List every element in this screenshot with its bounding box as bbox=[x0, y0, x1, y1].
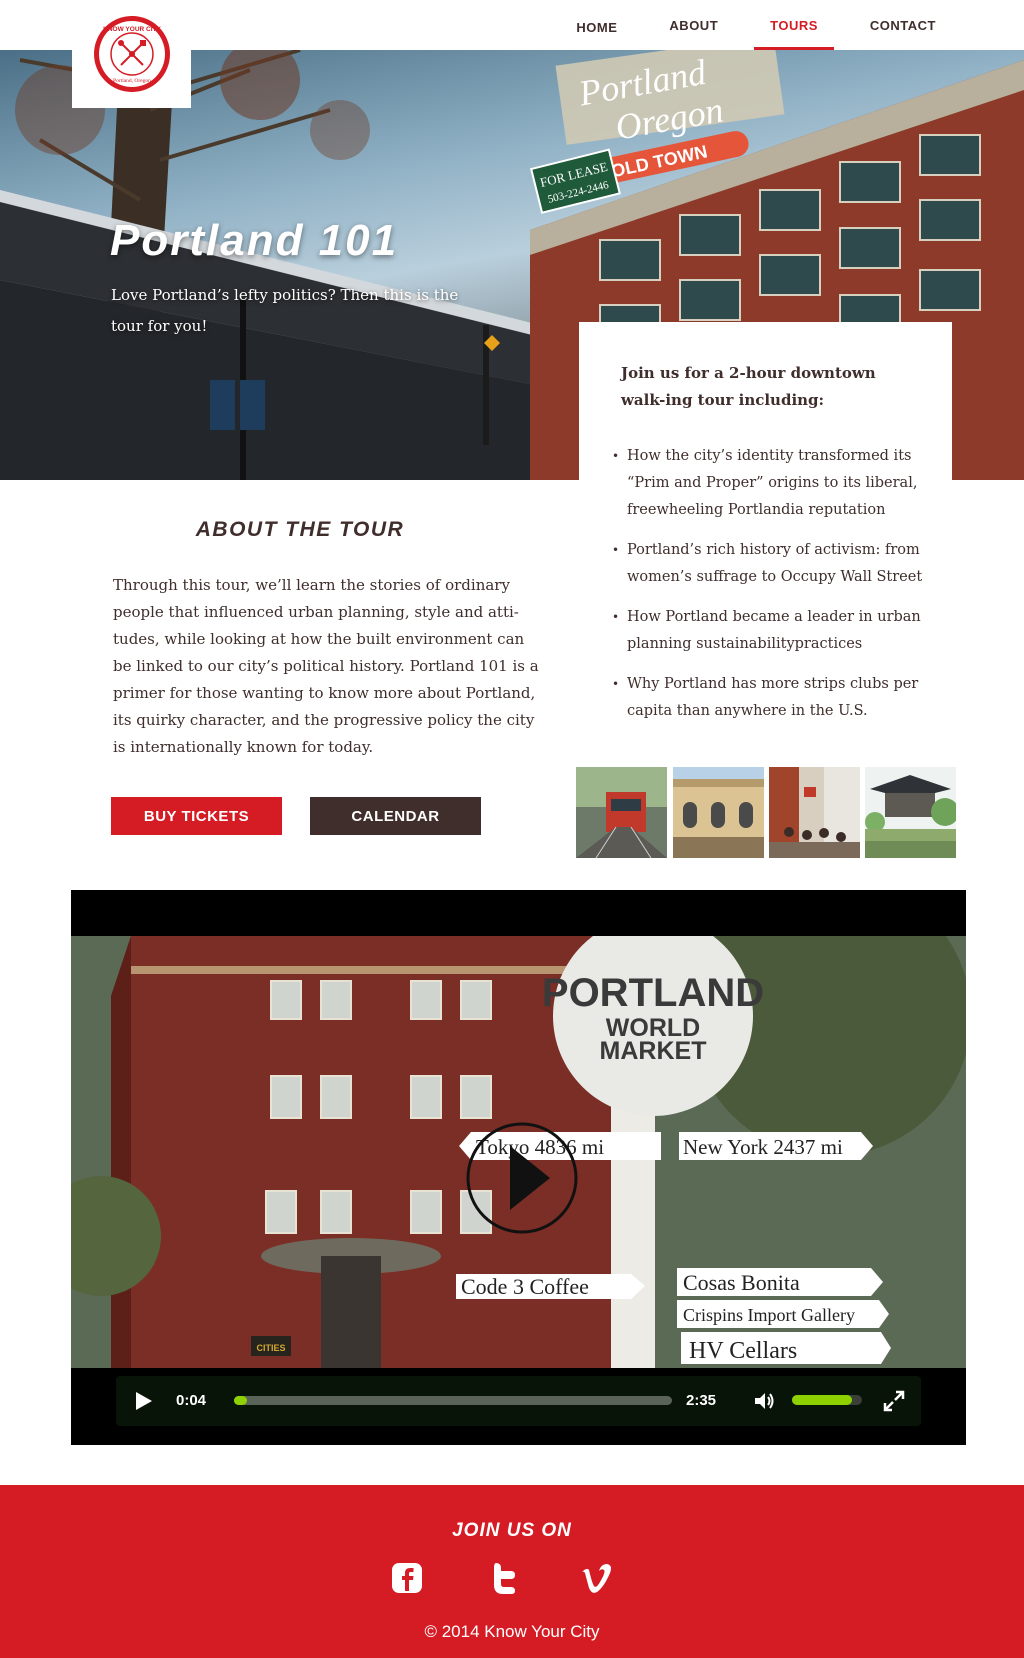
highlight-item: How Portland became a leader in urban pl… bbox=[612, 604, 927, 658]
highlight-item: Portland’s rich history of activism: fro… bbox=[612, 537, 927, 591]
copyright: © 2014 Know Your City bbox=[424, 1622, 600, 1641]
control-play-icon[interactable] bbox=[130, 1388, 156, 1414]
sign-hv-cellars: HV Cellars bbox=[689, 1338, 797, 1364]
store-sign-text: CITIES bbox=[256, 1343, 285, 1353]
about-title: ABOUT THE TOUR bbox=[195, 518, 405, 541]
vimeo-icon[interactable] bbox=[580, 1561, 614, 1595]
highlights-list: How the city’s identity transformed its … bbox=[612, 443, 927, 738]
gallery-thumbnail-garden[interactable] bbox=[865, 767, 956, 858]
main-nav: HOME ABOUT TOURS CONTACT bbox=[560, 0, 952, 50]
join-us-title: JOIN US ON bbox=[452, 1520, 572, 1541]
current-time: 0:04 bbox=[176, 1392, 207, 1409]
facebook-icon[interactable] bbox=[390, 1561, 424, 1595]
historic-building-photo bbox=[673, 767, 764, 858]
logo-seal-icon: KNOW YOUR CITY Portland, Oregon bbox=[93, 16, 170, 92]
signpost-market: MARKET bbox=[600, 1037, 707, 1065]
site-footer: JOIN US ON © 2014 Know Your City bbox=[0, 1485, 1024, 1658]
chinese-garden-photo bbox=[865, 767, 956, 858]
streetcar-photo bbox=[576, 767, 667, 858]
sign-new-york: New York 2437 mi bbox=[683, 1135, 843, 1159]
video-player[interactable]: CITIES PORTLAND WORLD MARKET Tokyo 4836 … bbox=[71, 890, 966, 1445]
nav-about[interactable]: ABOUT bbox=[653, 0, 734, 50]
logo-text: KNOW YOUR CITY bbox=[103, 26, 161, 33]
progress-fill bbox=[234, 1396, 248, 1405]
sign-code3: Code 3 Coffee bbox=[461, 1274, 589, 1299]
fullscreen-icon[interactable] bbox=[882, 1389, 906, 1413]
duration: 2:35 bbox=[686, 1392, 717, 1409]
tour-highlights-card: Join us for a 2-hour downtown walk-ing t… bbox=[579, 322, 952, 732]
about-body: Through this tour, we’ll learn the stori… bbox=[113, 576, 539, 756]
volume-fill bbox=[792, 1395, 852, 1405]
nav-home[interactable]: HOME bbox=[560, 0, 633, 50]
gallery-thumbnail-building[interactable] bbox=[673, 767, 764, 858]
gallery-thumbnail-streetcar[interactable] bbox=[576, 767, 667, 858]
highlight-item: How the city’s identity transformed its … bbox=[612, 443, 927, 524]
twitter-icon[interactable] bbox=[487, 1561, 521, 1595]
nav-contact[interactable]: CONTACT bbox=[854, 0, 952, 50]
highlight-item: Why Portland has more strips clubs per c… bbox=[612, 671, 927, 725]
signpost-title: PORTLAND bbox=[542, 971, 764, 1015]
progress-bar[interactable] bbox=[234, 1396, 672, 1405]
calendar-button[interactable]: CALENDAR bbox=[310, 797, 481, 835]
street-market-photo bbox=[769, 767, 860, 858]
play-icon[interactable] bbox=[466, 1122, 578, 1234]
sign-cosas-bonita: Cosas Bonita bbox=[683, 1270, 800, 1295]
gallery-thumbnail-market[interactable] bbox=[769, 767, 860, 858]
hero-subtitle: Love Portland’s lefty politics? Then thi… bbox=[111, 286, 459, 335]
video-controls: 0:04 2:35 bbox=[116, 1376, 921, 1426]
buy-tickets-button[interactable]: BUY TICKETS bbox=[111, 797, 282, 835]
highlights-heading: Join us for a 2-hour downtown walk-ing t… bbox=[621, 364, 876, 409]
nav-tours[interactable]: TOURS bbox=[754, 0, 834, 50]
volume-slider[interactable] bbox=[792, 1395, 862, 1405]
sign-crispins: Crispins Import Gallery bbox=[683, 1305, 855, 1325]
hero-title: Portland 101 bbox=[110, 216, 399, 265]
logo-subtext: Portland, Oregon bbox=[113, 78, 151, 84]
volume-icon[interactable] bbox=[752, 1389, 776, 1413]
logo[interactable]: KNOW YOUR CITY Portland, Oregon bbox=[72, 0, 191, 108]
